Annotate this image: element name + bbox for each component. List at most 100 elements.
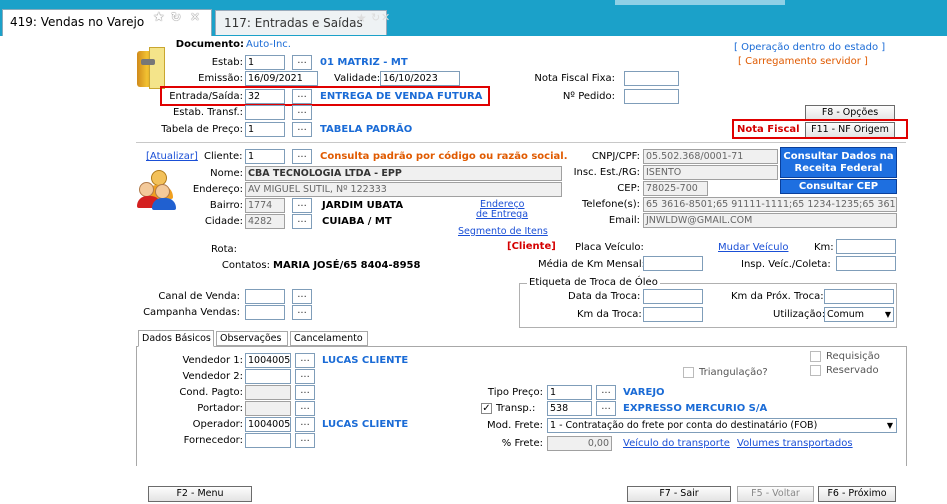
star-icon[interactable]: ★	[356, 11, 367, 25]
bairro-lookup-button[interactable]: ...	[292, 198, 312, 213]
bairro-input[interactable]: 1774	[245, 198, 285, 213]
cidade-label: Cidade:	[204, 216, 243, 227]
voltar-button[interactable]: F5 - Voltar	[737, 486, 814, 502]
refresh-icon[interactable]: ↻	[171, 10, 181, 24]
data-troca-input[interactable]	[643, 289, 703, 304]
chevron-down-icon: ▼	[886, 421, 893, 430]
cnpj-input[interactable]: 05.502.368/0001-71	[643, 149, 778, 164]
reservado-label: Reservado	[826, 365, 879, 376]
endereco-input[interactable]: AV MIGUEL SUTIL, Nº 122333	[245, 182, 562, 197]
operador-lookup-button[interactable]: ...	[295, 417, 315, 432]
tabela-preco-lookup-button[interactable]: ...	[292, 122, 312, 137]
reservado-checkbox[interactable]	[810, 365, 821, 376]
frete-input[interactable]: 0,00	[547, 436, 612, 451]
transp-checkbox[interactable]: ✓	[481, 403, 492, 414]
mod-frete-select[interactable]: 1 - Contratação do frete por conta do de…	[547, 418, 897, 433]
tab-dados-basicos[interactable]: Dados Básicos	[138, 330, 214, 347]
pedido-input[interactable]	[624, 89, 679, 104]
tipo-preco-input[interactable]: 1	[547, 385, 592, 400]
consulta-hint: Consulta padrão por código ou razão soci…	[320, 151, 568, 162]
cep-label: CEP:	[617, 183, 640, 194]
document-icon	[137, 47, 167, 91]
fornecedor-input[interactable]	[245, 433, 291, 448]
estab-transf-lookup-button[interactable]: ...	[292, 105, 312, 120]
telefone-label: Telefone(s):	[581, 199, 640, 210]
cliente-lookup-button[interactable]: ...	[292, 149, 312, 164]
close-icon[interactable]: ✕	[381, 11, 390, 24]
estab-lookup-button[interactable]: ...	[292, 55, 312, 70]
proximo-button[interactable]: F6 - Próximo	[818, 486, 896, 502]
rota-label: Rota:	[210, 244, 237, 255]
campanha-input[interactable]	[245, 305, 285, 320]
cond-pagto-input[interactable]	[245, 385, 291, 400]
km-input[interactable]	[836, 239, 896, 254]
km-troca-input[interactable]	[643, 307, 703, 322]
km-prox-input[interactable]	[824, 289, 894, 304]
menu-button[interactable]: F2 - Menu	[148, 486, 252, 502]
atualizar-link[interactable]: [Atualizar]	[146, 151, 198, 162]
veiculo-transporte-link[interactable]: Veículo do transporte	[623, 438, 730, 449]
campanha-lookup-button[interactable]: ...	[292, 305, 312, 320]
volumes-transportados-link[interactable]: Volumes transportados	[737, 438, 853, 449]
cidade-input[interactable]: 4282	[245, 214, 285, 229]
requisicao-checkbox[interactable]	[810, 351, 821, 362]
estab-transf-input[interactable]	[245, 105, 285, 120]
nome-input[interactable]: CBA TECNOLOGIA LTDA - EPP	[245, 166, 562, 181]
entrada-saida-highlight	[160, 86, 490, 106]
cond-pagto-lookup-button[interactable]: ...	[295, 385, 315, 400]
insp-input[interactable]	[836, 256, 896, 271]
validade-input[interactable]: 16/10/2023	[380, 71, 460, 86]
tab-entradas[interactable]: 117: Entradas e Saídas ★ ↻ ✕	[215, 10, 390, 35]
insc-input[interactable]: ISENTO	[643, 165, 778, 180]
vendedor1-input[interactable]: 1004005	[245, 353, 291, 368]
utilizacao-value: Comum	[827, 309, 864, 320]
tab-vendas[interactable]: 419: Vendas no Varejo ★ ↻ ✕	[2, 9, 212, 36]
cidade-lookup-button[interactable]: ...	[292, 214, 312, 229]
refresh-icon[interactable]: ↻	[371, 11, 380, 24]
emissao-input[interactable]: 16/09/2021	[245, 71, 318, 86]
portador-lookup-button[interactable]: ...	[295, 401, 315, 416]
tab-cancelamento-label: Cancelamento	[294, 333, 363, 344]
tab-vendas-label: 419: Vendas no Varejo	[10, 15, 145, 29]
fornecedor-lookup-button[interactable]: ...	[295, 433, 315, 448]
consultar-receita-button[interactable]: Consultar Dados na Receita Federal	[780, 147, 897, 178]
star-icon[interactable]: ★	[153, 10, 165, 25]
consultar-cep-button[interactable]: Consultar CEP	[780, 179, 897, 194]
documento-label: Documento:	[175, 39, 244, 50]
close-icon[interactable]: ✕	[190, 10, 200, 24]
tab-dados-basicos-label: Dados Básicos	[142, 333, 211, 344]
operador-input[interactable]: 1004005	[245, 417, 291, 432]
vendedor1-lookup-button[interactable]: ...	[295, 353, 315, 368]
estab-input[interactable]: 1	[245, 55, 285, 70]
telefone-input[interactable]: 65 3616-8501;65 91111-1111;65 1234-1235;…	[643, 197, 897, 212]
email-input[interactable]: JNWLDW@GMAIL.COM	[643, 213, 897, 228]
canal-lookup-button[interactable]: ...	[292, 289, 312, 304]
cep-input[interactable]: 78025-700	[643, 181, 708, 196]
chevron-down-icon: ▼	[884, 310, 891, 319]
tab-observacoes[interactable]: Observações	[216, 331, 288, 346]
tab-cancelamento[interactable]: Cancelamento	[290, 331, 368, 346]
transp-input[interactable]: 538	[547, 401, 592, 416]
vendedor2-lookup-button[interactable]: ...	[295, 369, 315, 384]
tipo-preco-lookup-button[interactable]: ...	[596, 385, 616, 400]
mudar-veiculo-link[interactable]: Mudar Veículo	[718, 242, 788, 253]
mod-frete-label: Mod. Frete:	[487, 420, 543, 431]
cliente-input[interactable]: 1	[245, 149, 285, 164]
triangulacao-checkbox[interactable]	[683, 367, 694, 378]
endereco-entrega-link-2[interactable]: de Entrega	[476, 209, 528, 220]
canal-input[interactable]	[245, 289, 285, 304]
data-troca-label: Data da Troca:	[568, 291, 641, 302]
utilizacao-select[interactable]: Comum ▼	[824, 307, 894, 322]
km-label: Km:	[814, 242, 834, 253]
vendedor2-input[interactable]	[245, 369, 291, 384]
transp-lookup-button[interactable]: ...	[596, 401, 616, 416]
media-km-input[interactable]	[643, 256, 703, 271]
segmento-itens-link[interactable]: Segmento de Itens	[458, 226, 548, 237]
tabela-preco-input[interactable]: 1	[245, 122, 285, 137]
nome-label: Nome:	[210, 168, 243, 179]
sair-button[interactable]: F7 - Sair	[627, 486, 731, 502]
insc-label: Insc. Est./RG:	[573, 167, 640, 178]
triangulacao-label: Triangulação?	[699, 367, 768, 378]
nf-fixa-input[interactable]	[624, 71, 679, 86]
portador-input[interactable]	[245, 401, 291, 416]
